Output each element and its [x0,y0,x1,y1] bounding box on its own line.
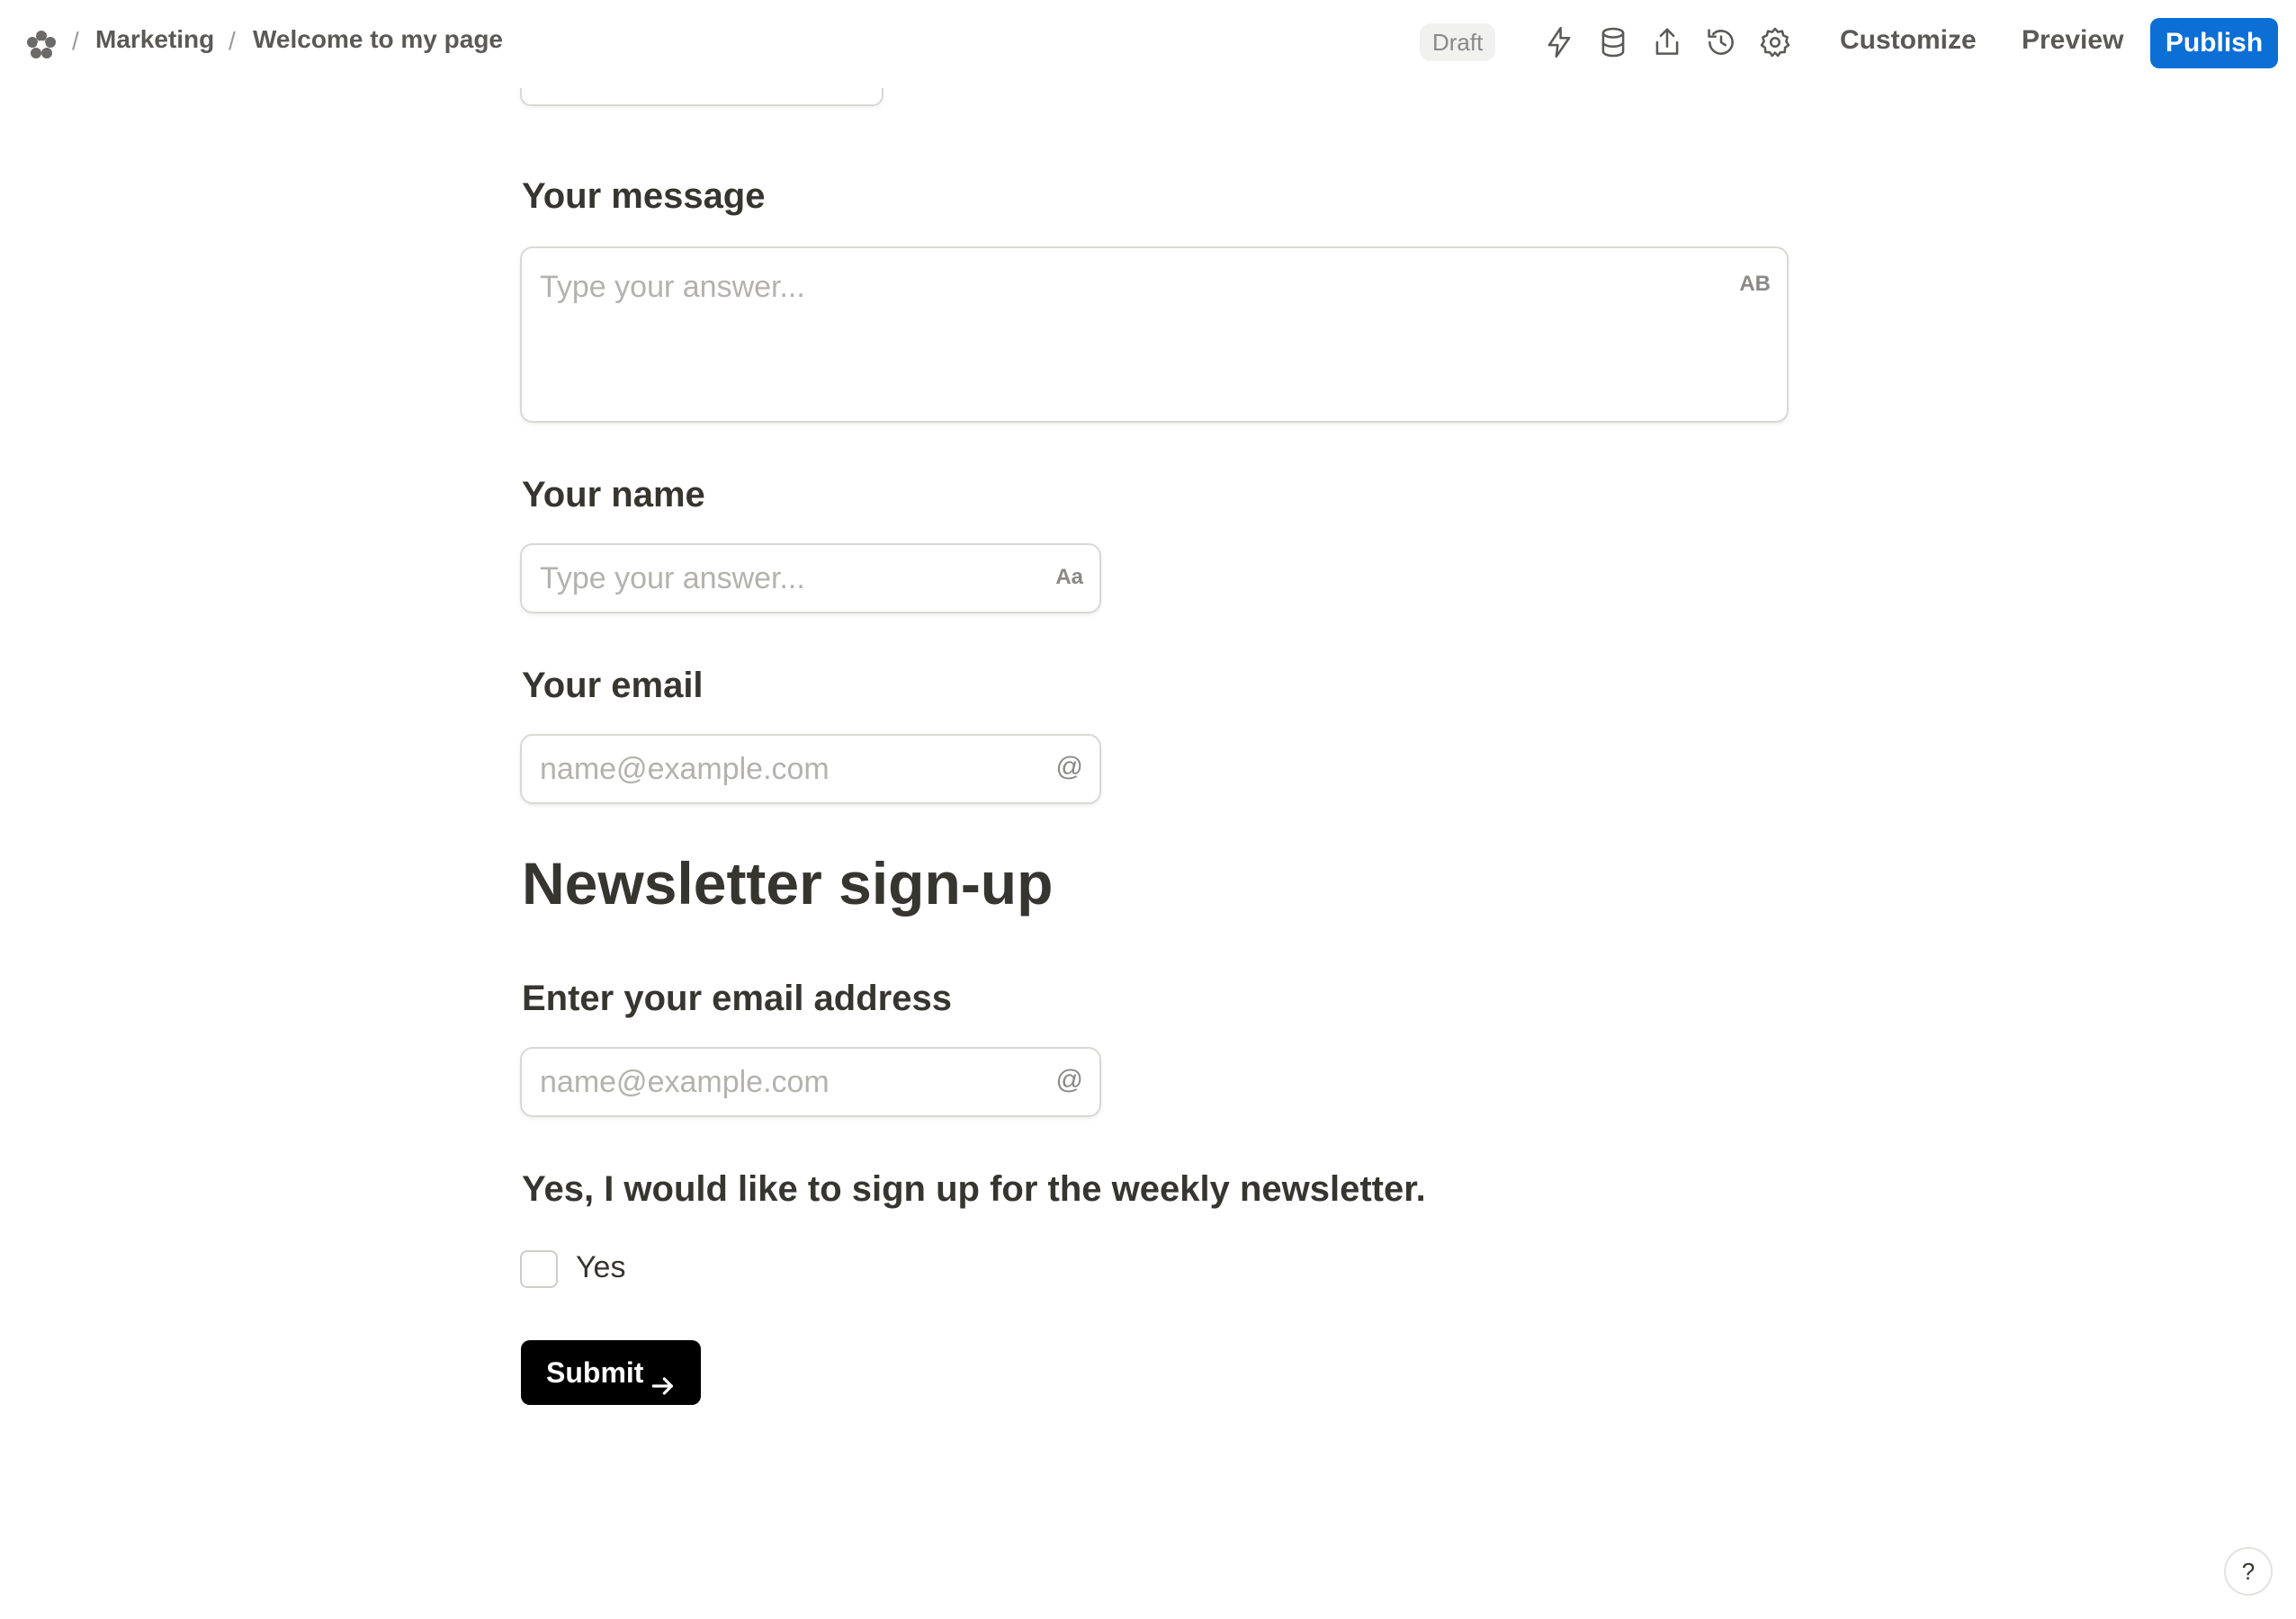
name-placeholder: Type your answer... [540,561,805,595]
automation-icon[interactable] [1542,25,1576,59]
arrow-right-icon [649,1358,677,1395]
database-icon[interactable] [1596,25,1630,59]
customize-button[interactable]: Customize [1840,25,1977,56]
email-field[interactable]: name@example.com @ [520,734,1101,804]
breadcrumb-item-marketing[interactable]: Marketing [95,25,214,54]
publish-button[interactable]: Publish [2150,18,2278,68]
name-field[interactable]: Type your answer... Aa [520,543,1101,613]
share-icon[interactable] [1650,25,1684,59]
email-at-icon: @ [1055,1065,1083,1095]
newsletter-heading: Newsletter sign-up [522,850,1054,917]
email-placeholder: name@example.com [540,752,830,786]
email-label: Your email [522,666,704,705]
email-at-icon: @ [1055,752,1083,782]
newsletter-email-label: Enter your email address [522,979,952,1018]
breadcrumb-separator: / [229,27,236,55]
message-textarea[interactable]: Type your answer... AB [520,246,1789,423]
newsletter-consent-label: Yes, I would like to sign up for the wee… [522,1169,1426,1209]
long-text-icon: AB [1739,272,1771,296]
status-badge: Draft [1420,23,1496,61]
top-bar: / Marketing / Welcome to my page Draft C… [0,0,2296,88]
newsletter-email-field[interactable]: name@example.com @ [520,1047,1101,1117]
newsletter-email-placeholder: name@example.com [540,1065,830,1099]
history-icon[interactable] [1704,25,1738,59]
breadcrumb-separator: / [72,27,79,55]
newsletter-yes-checkbox[interactable] [520,1250,558,1288]
settings-icon[interactable] [1758,25,1792,59]
name-label: Your name [522,475,705,514]
breadcrumb-item-page[interactable]: Welcome to my page [253,25,503,54]
submit-label: Submit [546,1356,644,1389]
preview-button[interactable]: Preview [2022,25,2123,56]
workspace-logo-icon[interactable] [25,29,58,61]
help-button[interactable]: ? [2224,1547,2273,1596]
message-placeholder: Type your answer... [540,270,805,304]
newsletter-yes-label[interactable]: Yes [576,1250,625,1285]
submit-button[interactable]: Submit [521,1340,701,1405]
message-label: Your message [522,176,766,216]
short-text-icon: Aa [1055,565,1083,589]
